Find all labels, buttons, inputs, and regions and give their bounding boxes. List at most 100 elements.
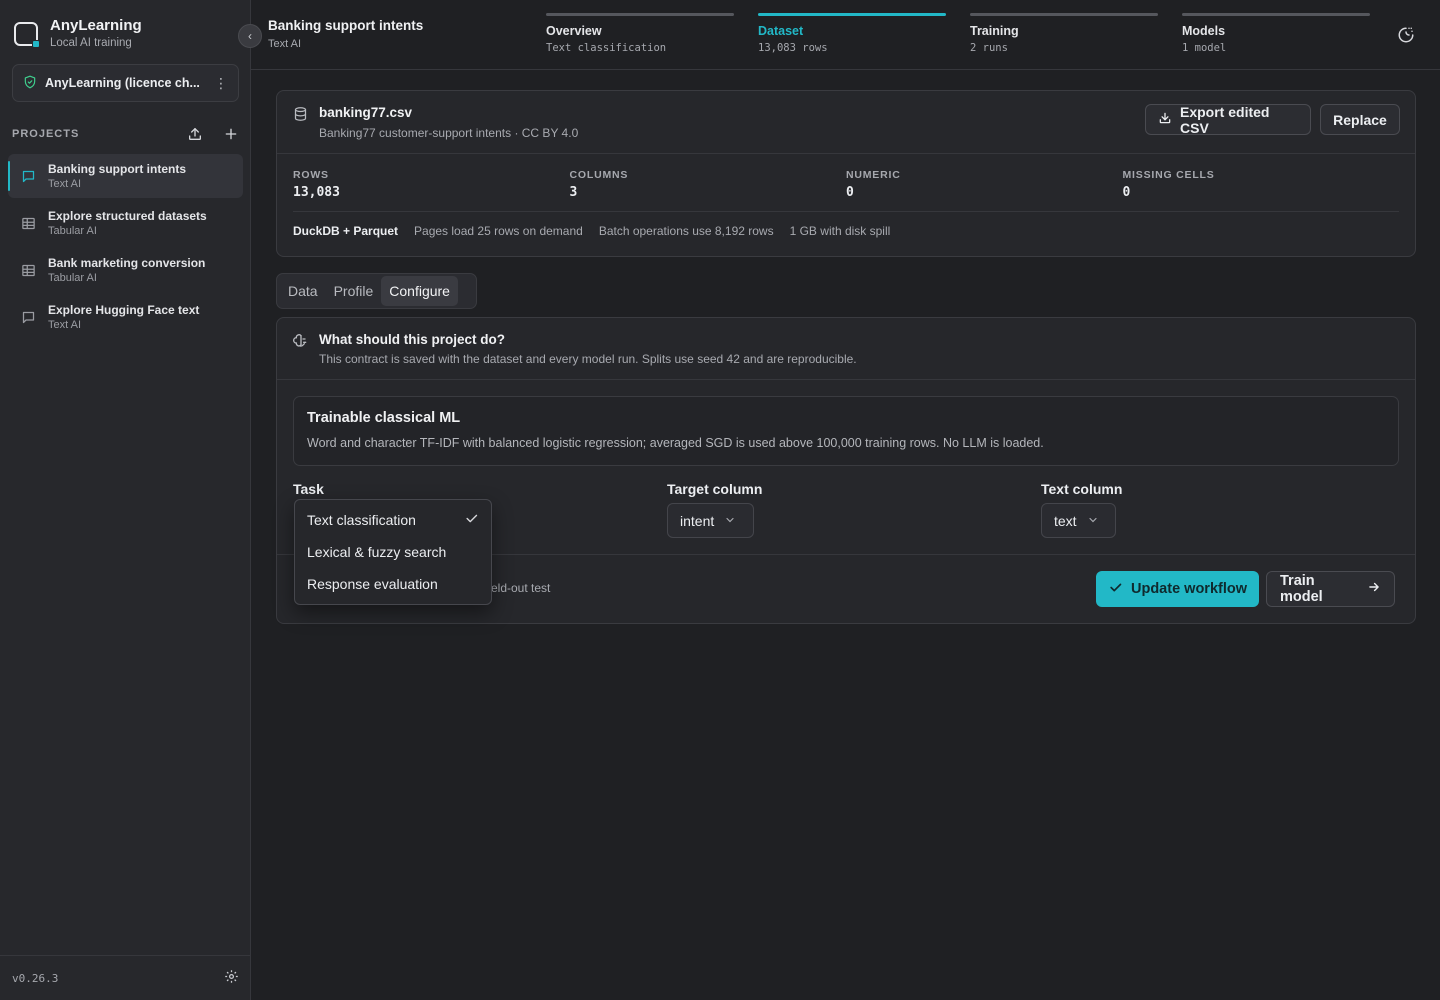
target-column-select[interactable]: intent (667, 503, 754, 538)
task-option[interactable]: Response evaluation (299, 568, 487, 600)
collapse-sidebar-button[interactable]: ‹ (238, 24, 262, 48)
stat-missing-cells: MISSING CELLS 0 (1123, 169, 1400, 200)
dataset-stats: ROWS 13,083 COLUMNS 3 NUMERIC 0 MISSING … (293, 169, 1399, 200)
project-type: Tabular AI (48, 272, 97, 284)
stat-value: 3 (569, 185, 578, 200)
step-meta: Text classification (546, 42, 667, 54)
method-box: Trainable classical ML Word and characte… (293, 396, 1399, 466)
version-label: v0.26.3 (12, 971, 59, 985)
step-bar (970, 13, 1158, 16)
stat-columns: COLUMNS 3 (570, 169, 847, 200)
text-column-label: Text column (1041, 481, 1123, 497)
project-item[interactable]: Bank marketing conversion Tabular AI (8, 248, 243, 292)
stat-key: COLUMNS (569, 169, 629, 181)
task-option-label: Lexical & fuzzy search (307, 544, 447, 560)
step-bar (758, 13, 946, 16)
task-option[interactable]: Lexical & fuzzy search (299, 536, 487, 568)
target-column-value: intent (680, 512, 715, 529)
chevron-down-icon (724, 513, 736, 529)
export-csv-label: Export edited CSV (1180, 103, 1270, 136)
project-list: Banking support intents Text AI Explore … (8, 154, 243, 342)
dataset-card: banking77.csv Banking77 customer-support… (276, 90, 1416, 257)
export-csv-button[interactable]: Export edited CSV (1145, 103, 1311, 136)
divider (293, 211, 1399, 212)
tab-profile[interactable]: Profile (326, 276, 382, 306)
project-name: Bank marketing conversion (48, 256, 206, 270)
page-title: Banking support intents (268, 18, 424, 33)
project-item[interactable]: Explore Hugging Face text Text AI (8, 295, 243, 339)
task-option[interactable]: Text classification (299, 504, 487, 536)
brain-icon (293, 333, 309, 352)
text-column-select[interactable]: text (1041, 503, 1116, 538)
project-name: Explore structured datasets (48, 209, 207, 223)
arrow-right-icon (1357, 580, 1381, 598)
replace-button[interactable]: Replace (1320, 104, 1400, 135)
sidebar-footer: v0.26.3 (0, 955, 251, 1000)
task-label: Task (293, 481, 324, 497)
chat-icon (20, 309, 36, 325)
train-model-button[interactable]: Train model (1266, 571, 1395, 607)
page-subtitle: Text AI (268, 38, 302, 50)
step-training[interactable]: Training 2 runs (970, 13, 1158, 54)
text-column-value: text (1054, 512, 1077, 529)
table-icon (20, 215, 36, 231)
configure-description: This contract is saved with the dataset … (319, 352, 857, 366)
projects-label: PROJECTS (12, 128, 80, 140)
theme-toggle-icon[interactable] (1397, 26, 1415, 47)
sidebar: AnyLearning Local AI training AnyLearnin… (0, 0, 251, 1000)
project-name: Explore Hugging Face text (48, 303, 200, 317)
step-meta: 13,083 rows (758, 42, 828, 54)
check-icon (464, 511, 479, 529)
stat-key: MISSING CELLS (1122, 169, 1215, 181)
shield-check-icon (23, 75, 37, 92)
task-option-label: Response evaluation (307, 576, 438, 592)
train-model-label: Train model (1280, 573, 1323, 605)
dataset-filename: banking77.csv (319, 105, 413, 120)
database-icon (293, 106, 308, 125)
app-logo (14, 22, 40, 48)
licence-selector[interactable]: AnyLearning (licence ch... ⋮ (12, 64, 239, 102)
method-title: Trainable classical ML (307, 410, 461, 426)
gear-icon[interactable] (224, 969, 239, 987)
download-icon (1158, 111, 1180, 128)
project-item[interactable]: Explore structured datasets Tabular AI (8, 201, 243, 245)
stat-key: NUMERIC (846, 169, 901, 181)
step-name: Overview (546, 24, 602, 38)
chat-icon (20, 168, 36, 184)
engine-info: DuckDB + Parquet Pages load 25 rows on d… (293, 224, 906, 238)
plus-icon[interactable] (223, 126, 239, 142)
method-description: Word and character TF-IDF with balanced … (307, 436, 1044, 450)
step-bar (1182, 13, 1370, 16)
header: Banking support intents Text AI Overview… (251, 0, 1440, 70)
upload-icon[interactable] (187, 126, 203, 142)
dataset-description: Banking77 customer-support intents · CC … (319, 126, 579, 140)
project-item[interactable]: Banking support intents Text AI (8, 154, 243, 198)
app-subtitle: Local AI training (50, 37, 132, 49)
step-models[interactable]: Models 1 model (1182, 13, 1370, 54)
step-name: Training (970, 24, 1019, 38)
update-workflow-button[interactable]: Update workflow (1096, 571, 1259, 607)
check-icon (1108, 580, 1131, 599)
step-meta: 1 model (1182, 42, 1227, 54)
workflow-steps: Overview Text classification Dataset 13,… (546, 13, 1394, 54)
split-note: eld-out test (491, 581, 551, 595)
tab-configure[interactable]: Configure (381, 276, 458, 306)
update-workflow-label: Update workflow (1131, 581, 1248, 597)
step-dataset[interactable]: Dataset 13,083 rows (758, 13, 946, 54)
more-vertical-icon[interactable]: ⋮ (214, 75, 228, 92)
step-overview[interactable]: Overview Text classification (546, 13, 734, 54)
step-bar (546, 13, 734, 16)
step-name: Models (1182, 24, 1226, 38)
configure-title: What should this project do? (319, 332, 505, 347)
engine-name: DuckDB + Parquet (293, 224, 399, 238)
project-type: Text AI (48, 178, 82, 190)
step-name: Dataset (758, 24, 804, 38)
licence-label: AnyLearning (licence ch... (45, 76, 200, 90)
dataset-tabs: Data Profile Configure (276, 273, 477, 309)
stat-value: 13,083 (293, 185, 340, 200)
tab-data[interactable]: Data (280, 276, 326, 306)
task-option-label: Text classification (307, 512, 416, 528)
app-name: AnyLearning (50, 17, 142, 34)
chevron-left-icon: ‹ (248, 29, 252, 43)
stat-numeric: NUMERIC 0 (846, 169, 1123, 200)
